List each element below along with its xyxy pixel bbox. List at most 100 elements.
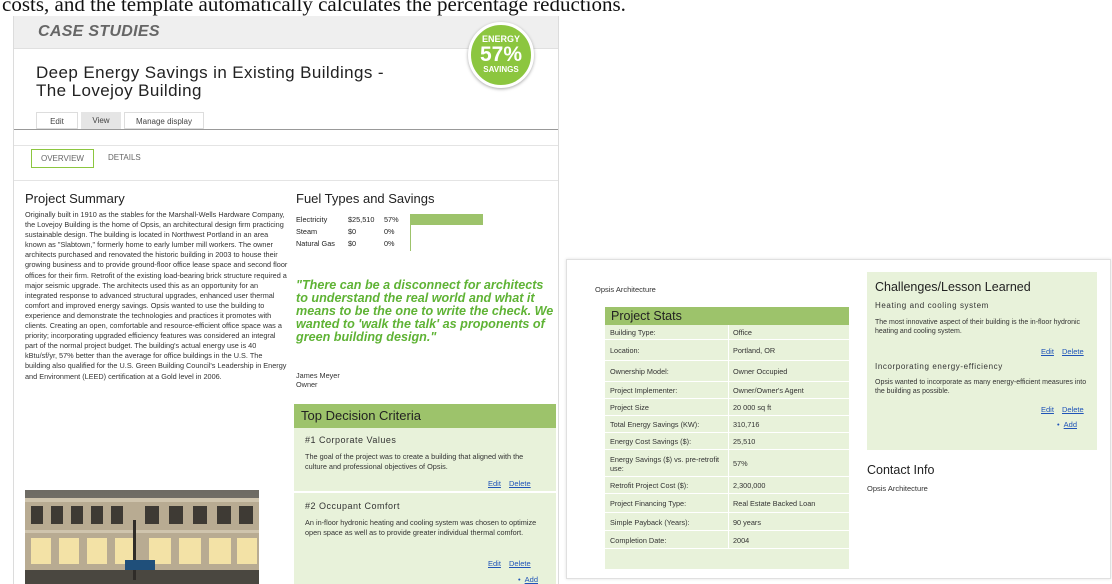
- challenge-2-delete-link[interactable]: Delete: [1062, 405, 1084, 414]
- fuel-savings-bar: [410, 214, 483, 225]
- page-title: Deep Energy Savings in Existing Building…: [36, 64, 456, 100]
- stats-row: Completion Date: 2004: [605, 531, 849, 549]
- building-photo: [25, 490, 259, 584]
- criteria-2-edit-link[interactable]: Edit: [488, 559, 501, 568]
- criteria-2-delete-link[interactable]: Delete: [509, 559, 531, 568]
- project-details-page: Opsis Architecture Project Stats Buildin…: [566, 259, 1111, 579]
- stats-key: Project Size: [610, 403, 649, 412]
- tab-overview[interactable]: OVERVIEW: [31, 149, 94, 168]
- badge-bottom-label: SAVINGS: [483, 65, 519, 74]
- challenge-1-delete-link[interactable]: Delete: [1062, 347, 1084, 356]
- stats-row: Ownership Model: Owner Occupied: [605, 361, 849, 382]
- page-title-line-1: Deep Energy Savings in Existing Building…: [36, 63, 384, 82]
- quote-author: James Meyer: [296, 371, 340, 380]
- fuel-savings-percent: 57%: [384, 215, 399, 224]
- stats-value: 90 years: [733, 517, 761, 527]
- column-divider: [728, 340, 729, 360]
- stats-row: Project Financing Type: Real Estate Backe…: [605, 494, 849, 513]
- stats-key: Building Type:: [610, 328, 656, 337]
- column-divider: [728, 531, 729, 548]
- divider: [14, 180, 558, 181]
- stats-key: Ownership Model:: [610, 367, 669, 376]
- organization-label: Opsis Architecture: [595, 285, 656, 294]
- stats-key: Simple Payback (Years):: [610, 517, 690, 527]
- challenge-add-item: • Add: [1057, 420, 1077, 429]
- tab-view[interactable]: View: [81, 112, 121, 129]
- column-divider: [728, 450, 729, 476]
- criteria-2-text: An in-floor hydronic heating and cooling…: [305, 518, 537, 537]
- fuel-savings-table: Electricity $25,510 57% Steam $0 0% Natural Ga…: [296, 214, 546, 251]
- column-divider: [728, 325, 729, 339]
- stats-key: Energy Savings ($) vs. pre-retrofit use:: [610, 454, 720, 473]
- stats-value: 2004: [733, 535, 750, 545]
- section-label: CASE STUDIES: [38, 23, 160, 40]
- fuel-savings-value: $0: [348, 239, 357, 248]
- fuel-name: Steam: [296, 227, 318, 236]
- stats-row: Energy Savings ($) vs. pre-retrofit use:…: [605, 450, 849, 477]
- challenges-panel: Challenges/Lesson Learned Heating and co…: [867, 272, 1097, 450]
- challenge-2-edit-link[interactable]: Edit: [1041, 405, 1054, 414]
- column-divider: [728, 433, 729, 449]
- top-decision-criteria-panel: Top Decision Criteria #1 Corporate Value…: [294, 404, 556, 584]
- badge-value: 57%: [479, 43, 523, 66]
- fuel-row: Electricity $25,510 57%: [296, 214, 546, 226]
- fuel-row: Natural Gas $0 0%: [296, 238, 546, 250]
- column-divider: [728, 382, 729, 398]
- page-title-line-2: The Lovejoy Building: [36, 81, 202, 100]
- criteria-1-delete-link[interactable]: Delete: [509, 479, 531, 488]
- divider: [14, 145, 558, 146]
- criteria-2-title: #2 Occupant Comfort: [305, 501, 401, 511]
- project-summary-text: Originally built in 1910 as the stables …: [25, 210, 288, 381]
- challenges-heading: Challenges/Lesson Learned: [875, 280, 1031, 294]
- column-divider: [728, 416, 729, 432]
- stats-value: 57%: [733, 459, 748, 468]
- top-decision-criteria-heading: Top Decision Criteria: [294, 404, 556, 428]
- column-divider: [728, 361, 729, 381]
- fuel-row: Steam $0 0%: [296, 226, 546, 238]
- challenge-2-text: Opsis wanted to incorporate as many ener…: [875, 379, 1087, 395]
- tab-manage-display[interactable]: Manage display: [124, 112, 204, 129]
- column-divider: [728, 494, 729, 512]
- stats-row: Retrofit Project Cost ($): 2,300,000: [605, 477, 849, 494]
- column-divider: [728, 513, 729, 530]
- stats-value: 20 000 sq ft: [733, 403, 772, 412]
- criteria-1-edit-link[interactable]: Edit: [488, 479, 501, 488]
- document-caption: costs, and the template automatically ca…: [2, 0, 626, 16]
- stats-value: Owner Occupied: [733, 367, 788, 376]
- stats-value: 25,510: [733, 437, 756, 446]
- fuel-name: Natural Gas: [296, 239, 335, 248]
- stats-key: Total Energy Savings (KW):: [610, 420, 700, 429]
- quote-author-role: Owner: [296, 380, 318, 389]
- stats-row: Project Implementer: Owner/Owner's Agent: [605, 382, 849, 399]
- fuel-savings-percent: 0%: [384, 239, 395, 248]
- stats-row: Energy Cost Savings ($): 25,510: [605, 433, 849, 450]
- fuel-savings-value: $0: [348, 227, 357, 236]
- stats-row: Simple Payback (Years): 90 years: [605, 513, 849, 531]
- challenge-2-title: Incorporating energy-efficiency: [875, 362, 1003, 371]
- stats-value: Portland, OR: [733, 346, 776, 355]
- tab-edit[interactable]: Edit: [36, 112, 78, 129]
- challenge-1-text: The most innovative aspect of their buil…: [875, 319, 1081, 335]
- stats-value: 2,300,000: [733, 481, 766, 490]
- criteria-add-link[interactable]: Add: [525, 575, 538, 584]
- column-divider: [728, 477, 729, 493]
- stats-row: Location: Portland, OR: [605, 340, 849, 361]
- criteria-1-title: #1 Corporate Values: [305, 435, 397, 445]
- energy-savings-badge: ENERGY 57% SAVINGS: [468, 22, 534, 88]
- stats-key: Retrofit Project Cost ($):: [610, 481, 689, 490]
- challenge-add-link[interactable]: Add: [1064, 420, 1077, 429]
- contact-info-value: Opsis Architecture: [867, 484, 928, 493]
- project-summary-heading: Project Summary: [25, 191, 125, 206]
- tab-details[interactable]: DETAILS: [108, 153, 141, 162]
- stats-value: Owner/Owner's Agent: [733, 386, 804, 395]
- stats-key: Completion Date:: [610, 535, 667, 545]
- stats-value: 310,716: [733, 420, 760, 429]
- contact-info-heading: Contact Info: [867, 463, 935, 477]
- stats-key: Project Financing Type:: [610, 499, 687, 508]
- project-stats-heading: Project Stats: [605, 307, 849, 325]
- divider: [14, 129, 558, 130]
- stats-row: Building Type: Office: [605, 325, 849, 340]
- challenge-1-edit-link[interactable]: Edit: [1041, 347, 1054, 356]
- column-divider: [728, 399, 729, 415]
- stats-row: Project Size 20 000 sq ft: [605, 399, 849, 416]
